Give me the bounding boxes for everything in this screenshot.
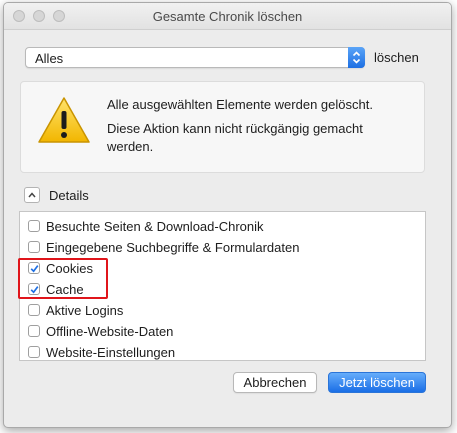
checkbox-form-data[interactable]	[28, 241, 40, 253]
list-item-offline-data[interactable]: Offline-Website-Daten	[20, 321, 425, 342]
warning-box: Alle ausgewählten Elemente werden gelösc…	[20, 81, 425, 173]
warning-text: Alle ausgewählten Elemente werden gelösc…	[107, 96, 412, 156]
details-toggle-button[interactable]	[24, 187, 40, 203]
list-item-site-settings[interactable]: Website-Einstellungen	[20, 342, 425, 363]
checkbox-site-settings[interactable]	[28, 346, 40, 358]
annotation-highlight-box	[18, 258, 108, 299]
list-item-active-logins[interactable]: Aktive Logins	[20, 300, 425, 321]
time-range-select[interactable]: Alles	[25, 47, 365, 68]
item-label: Eingegebene Suchbegriffe & Formulardaten	[46, 240, 300, 255]
item-label: Offline-Website-Daten	[46, 324, 174, 339]
checkbox-offline-data[interactable]	[28, 325, 40, 337]
warning-icon	[37, 96, 91, 147]
details-label: Details	[49, 188, 89, 203]
clear-label: löschen	[374, 50, 419, 65]
list-item-history[interactable]: Besuchte Seiten & Download-Chronik	[20, 216, 425, 237]
chevron-up-icon	[28, 192, 36, 198]
clear-now-button[interactable]: Jetzt löschen	[328, 372, 426, 393]
list-item-form-data[interactable]: Eingegebene Suchbegriffe & Formulardaten	[20, 237, 425, 258]
checkbox-history[interactable]	[28, 220, 40, 232]
checkbox-active-logins[interactable]	[28, 304, 40, 316]
item-label: Besuchte Seiten & Download-Chronik	[46, 219, 264, 234]
time-range-value: Alles	[35, 51, 64, 66]
item-label: Aktive Logins	[46, 303, 124, 318]
title-bar: Gesamte Chronik löschen	[4, 3, 451, 30]
item-label: Website-Einstellungen	[46, 345, 176, 360]
warning-line-1: Alle ausgewählten Elemente werden gelösc…	[107, 97, 373, 112]
warning-line-2: Diese Aktion kann nicht rückgängig gemac…	[107, 121, 363, 154]
select-arrows-icon	[348, 47, 365, 68]
window-title: Gesamte Chronik löschen	[152, 9, 303, 24]
cancel-button[interactable]: Abbrechen	[233, 372, 317, 393]
